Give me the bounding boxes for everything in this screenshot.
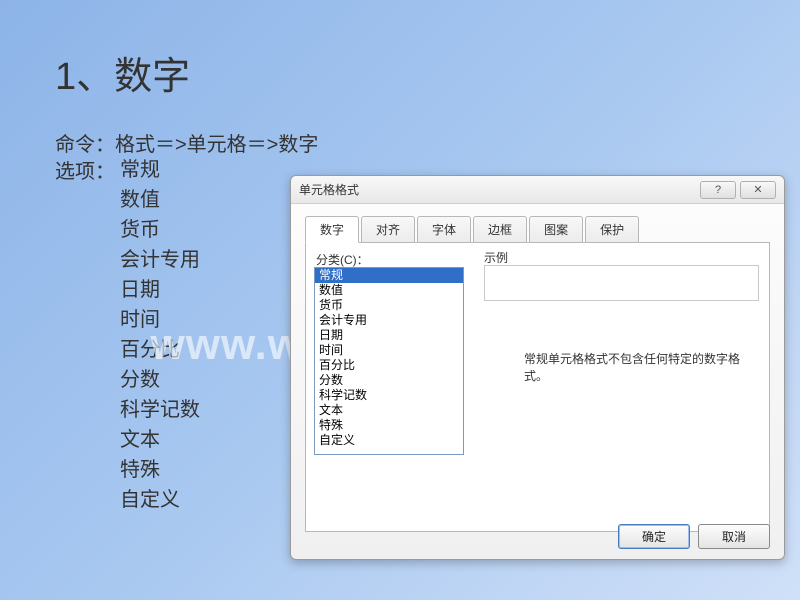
category-item[interactable]: 分数	[315, 373, 463, 388]
tab-number-panel: 分类(C)： 常规数值货币会计专用日期时间百分比分数科学记数文本特殊自定义 示例…	[305, 242, 770, 532]
category-item[interactable]: 数值	[315, 283, 463, 298]
tab-字体[interactable]: 字体	[417, 216, 471, 242]
category-listbox[interactable]: 常规数值货币会计专用日期时间百分比分数科学记数文本特殊自定义	[314, 267, 464, 455]
option-item: 分数	[120, 365, 200, 395]
category-item[interactable]: 百分比	[315, 358, 463, 373]
tab-row: 数字对齐字体边框图案保护	[291, 204, 784, 242]
category-item[interactable]: 常规	[315, 268, 463, 283]
category-item[interactable]: 科学记数	[315, 388, 463, 403]
slide-title: 1、数字	[55, 45, 190, 100]
tab-对齐[interactable]: 对齐	[361, 216, 415, 242]
options-label: 选项：	[55, 155, 115, 184]
category-item[interactable]: 会计专用	[315, 313, 463, 328]
sample-box	[484, 265, 759, 301]
option-item: 百分比	[120, 335, 200, 365]
category-item[interactable]: 时间	[315, 343, 463, 358]
options-list: 常规数值货币会计专用日期时间百分比分数科学记数文本特殊自定义	[120, 155, 200, 515]
option-item: 自定义	[120, 485, 200, 515]
option-item: 货币	[120, 215, 200, 245]
close-button[interactable]: ✕	[740, 181, 776, 199]
help-button[interactable]: ?	[700, 181, 736, 199]
option-item: 数值	[120, 185, 200, 215]
option-item: 会计专用	[120, 245, 200, 275]
category-item[interactable]: 自定义	[315, 433, 463, 448]
tab-保护[interactable]: 保护	[585, 216, 639, 242]
format-description: 常规单元格格式不包含任何特定的数字格式。	[524, 351, 749, 385]
tab-数字[interactable]: 数字	[305, 216, 359, 243]
tab-边框[interactable]: 边框	[473, 216, 527, 242]
option-item: 特殊	[120, 455, 200, 485]
option-item: 科学记数	[120, 395, 200, 425]
category-item[interactable]: 特殊	[315, 418, 463, 433]
option-item: 文本	[120, 425, 200, 455]
command-text: 命令：格式＝>单元格＝>数字	[55, 128, 318, 157]
ok-button[interactable]: 确定	[618, 524, 690, 549]
category-item[interactable]: 货币	[315, 298, 463, 313]
dialog-title: 单元格格式	[299, 181, 696, 198]
option-item: 时间	[120, 305, 200, 335]
category-item[interactable]: 日期	[315, 328, 463, 343]
sample-label: 示例	[484, 249, 508, 266]
dialog-buttons: 确定 取消	[618, 524, 770, 549]
dialog-titlebar: 单元格格式 ? ✕	[291, 176, 784, 204]
option-item: 日期	[120, 275, 200, 305]
format-cells-dialog: 单元格格式 ? ✕ 数字对齐字体边框图案保护 分类(C)： 常规数值货币会计专用…	[290, 175, 785, 560]
cancel-button[interactable]: 取消	[698, 524, 770, 549]
tab-图案[interactable]: 图案	[529, 216, 583, 242]
option-item: 常规	[120, 155, 200, 185]
category-item[interactable]: 文本	[315, 403, 463, 418]
